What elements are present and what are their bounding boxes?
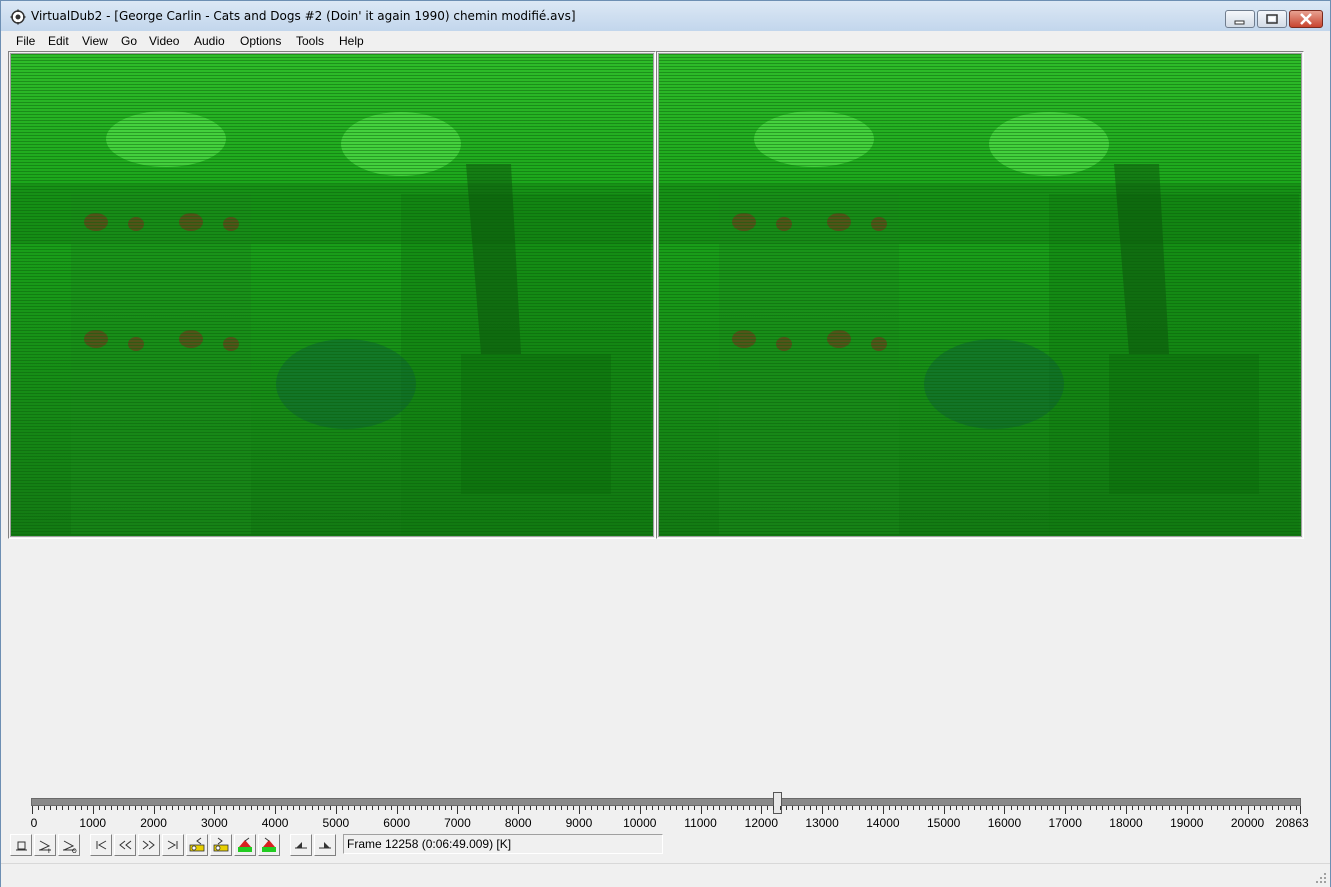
input-video-pane[interactable] [10, 53, 654, 537]
tick-label: 18000 [1109, 816, 1143, 830]
menu-view[interactable]: View [82, 34, 108, 48]
mark-out-button[interactable] [314, 834, 336, 856]
menu-edit[interactable]: Edit [48, 34, 69, 48]
menu-tools[interactable]: Tools [296, 34, 324, 48]
prev-frame-button[interactable] [114, 834, 136, 856]
tick-label: 12000 [744, 816, 779, 830]
menu-video[interactable]: Video [149, 34, 179, 48]
minimize-icon [1234, 20, 1245, 25]
next-keyframe-button[interactable] [210, 834, 232, 856]
menu-audio[interactable]: Audio [194, 34, 225, 48]
tick-label: 19000 [1170, 816, 1204, 830]
tick-label: 9000 [565, 816, 593, 830]
prev-scene-button[interactable] [234, 834, 256, 856]
restore-icon [1266, 14, 1278, 24]
title-bar[interactable]: VirtualDub2 - [George Carlin - Cats and … [1, 1, 1330, 31]
next-keyframe-icon [213, 837, 229, 852]
next-scene-button[interactable] [258, 834, 280, 856]
mark-in-button[interactable] [290, 834, 312, 856]
input-video-frame [11, 54, 653, 536]
tick-label: 11000 [684, 816, 717, 830]
prev-scene-icon [238, 837, 252, 852]
tick-label: 3000 [200, 816, 228, 830]
prev-keyframe-icon [189, 837, 205, 852]
go-start-button[interactable] [90, 834, 112, 856]
app-icon[interactable] [10, 9, 26, 25]
tick-label: 8000 [504, 816, 532, 830]
maximize-button[interactable] [1257, 10, 1287, 28]
prev-keyframe-button[interactable] [186, 834, 208, 856]
window-title: VirtualDub2 - [George Carlin - Cats and … [31, 9, 576, 23]
mark-in-icon [295, 842, 307, 849]
main-window: VirtualDub2 - [George Carlin - Cats and … [0, 0, 1331, 887]
tick-label: 13000 [805, 816, 839, 830]
play-output-icon: O [63, 840, 77, 853]
go-end-button[interactable] [162, 834, 184, 856]
tick-label: 17000 [1048, 816, 1082, 830]
go-end-icon [167, 840, 178, 850]
tick-label: 16000 [987, 816, 1022, 830]
status-bar [1, 863, 1330, 887]
svg-text:O: O [72, 848, 77, 853]
close-button[interactable] [1289, 10, 1323, 28]
tick-label: 7000 [444, 816, 471, 830]
tick-label: 20863 [1275, 816, 1309, 830]
menu-options[interactable]: Options [240, 34, 281, 48]
timeline-ticks [32, 806, 1301, 814]
tick-label: 0 [30, 816, 38, 830]
svg-text:I: I [48, 848, 50, 853]
prev-frame-icon [119, 840, 132, 850]
menu-go[interactable]: Go [121, 34, 137, 48]
tick-label: 4000 [261, 816, 289, 830]
timeline-track[interactable] [31, 798, 1301, 806]
tick-label: 15000 [926, 816, 961, 830]
output-video-frame [659, 54, 1301, 536]
menu-bar: File Edit View Go Video Audio Options To… [1, 32, 1330, 52]
frame-position-readout: Frame 12258 (0:06:49.009) [K] [343, 834, 663, 854]
next-frame-button[interactable] [138, 834, 160, 856]
minimize-button[interactable] [1225, 10, 1255, 28]
tick-label: 1000 [79, 816, 107, 830]
output-video-pane[interactable] [658, 53, 1302, 537]
play-input-button[interactable]: I [34, 834, 56, 856]
mark-out-icon [319, 842, 331, 849]
close-icon [1300, 13, 1312, 25]
resize-grip-icon[interactable] [1315, 872, 1327, 884]
tick-label: 14000 [866, 816, 900, 830]
next-frame-icon [142, 840, 155, 850]
menu-help[interactable]: Help [339, 34, 364, 48]
play-input-icon: I [39, 840, 51, 853]
menu-file[interactable]: File [16, 34, 35, 48]
play-output-button[interactable]: O [58, 834, 80, 856]
tick-label: 6000 [383, 816, 411, 830]
stop-icon [16, 841, 27, 851]
tick-label: 20000 [1230, 816, 1265, 830]
next-scene-icon [262, 837, 276, 852]
tick-label: 5000 [322, 816, 350, 830]
stop-button[interactable] [10, 834, 32, 856]
tick-label: 10000 [623, 816, 657, 830]
go-start-icon [96, 840, 107, 850]
tick-label: 2000 [140, 816, 167, 830]
